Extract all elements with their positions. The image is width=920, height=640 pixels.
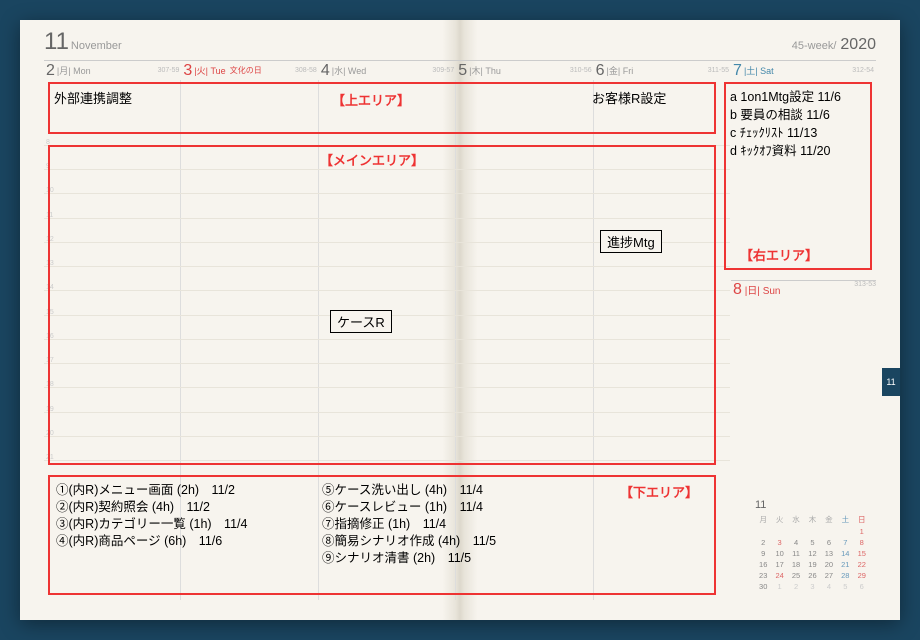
day-num: 7 (733, 62, 742, 80)
day-tiny: 312-54 (852, 67, 874, 74)
day-num: 6 (596, 62, 605, 80)
page-header: 11November 45-week/2020 (44, 28, 876, 56)
day-label: |金| Fri (607, 64, 634, 77)
day-num: 8 (733, 281, 742, 298)
mini-month: 11 (755, 499, 766, 511)
month-name: November (71, 40, 122, 52)
month-tab: 11 (882, 368, 900, 396)
bottom-tasks-left: ①(内R)メニュー画面 (2h) 11/2②(内R)契約照会 (4h) 11/2… (56, 482, 247, 550)
day-num: 2 (46, 62, 55, 80)
day-num: 3 (183, 62, 192, 80)
event-case-r: ケースR (330, 310, 392, 333)
day-label: |水| Wed (332, 64, 367, 77)
event-progress-mtg: 進捗Mtg (600, 230, 662, 253)
day-sat: 7 |土| Sat 312-54 (731, 60, 876, 80)
holiday-name: 文化の日 (230, 65, 262, 76)
day-mon: 2 |月| Mon 307-59 (44, 60, 181, 80)
year: 2020 (840, 36, 876, 53)
right-area-label: 【右エリア】 (740, 245, 818, 264)
week-year: 45-week/2020 (792, 36, 876, 54)
day-tue: 3 |火| Tue 文化の日 308-58 (181, 60, 318, 80)
day-header-strip: 2 |月| Mon 307-59 3 |火| Tue 文化の日 308-58 4… (44, 60, 876, 80)
hour-lines: 89101112131415161718192021 (44, 145, 730, 460)
day-num: 4 (321, 62, 330, 80)
month-heading: 11November (44, 28, 122, 56)
main-area-label: 【メインエリア】 (320, 150, 424, 169)
day-tiny: 309-57 (432, 67, 454, 74)
planner-book: 11November 45-week/2020 2 |月| Mon 307-59… (20, 20, 900, 620)
day-fri: 6 |金| Fri 311-55 (594, 60, 731, 80)
mini-cal-table: 月火水木金土日123456789101112131415161718192021… (755, 513, 870, 592)
day-label: |土| Sat (744, 64, 774, 77)
day-tiny: 313-53 (854, 281, 876, 288)
day-label: |木| Thu (469, 64, 501, 77)
top-entry-mon: 外部連携調整 (54, 90, 132, 108)
right-tasks: a 1on1Mtg設定 11/6b 要員の相談 11/6c ﾁｪｯｸﾘｽﾄ 11… (730, 88, 841, 161)
day-label: |月| Mon (57, 64, 91, 77)
top-entry-fri: お客様R設定 (592, 90, 666, 108)
top-area-label: 【上エリア】 (332, 90, 410, 109)
day-thu: 5 |木| Thu 310-56 (456, 60, 593, 80)
day-wed: 4 |水| Wed 309-57 (319, 60, 456, 80)
week-label: 45-week/ (792, 40, 837, 52)
bottom-area-label: 【下エリア】 (620, 482, 698, 501)
day-sun: 8 |日| Sun 313-53 (731, 280, 876, 300)
mini-calendar: 11 月火水木金土日123456789101112131415161718192… (755, 499, 870, 592)
day-tiny: 311-55 (708, 67, 729, 74)
month-number: 11 (44, 28, 69, 55)
day-label: |火| Tue (194, 64, 225, 77)
day-tiny: 307-59 (158, 67, 180, 74)
day-num: 5 (458, 62, 467, 80)
day-label: |日| Sun (745, 286, 781, 297)
day-tiny: 310-56 (570, 67, 592, 74)
bottom-tasks-right: ⑤ケース洗い出し (4h) 11/4⑥ケースレビュー (1h) 11/4⑦指摘修… (322, 482, 496, 566)
day-tiny: 308-58 (295, 67, 317, 74)
